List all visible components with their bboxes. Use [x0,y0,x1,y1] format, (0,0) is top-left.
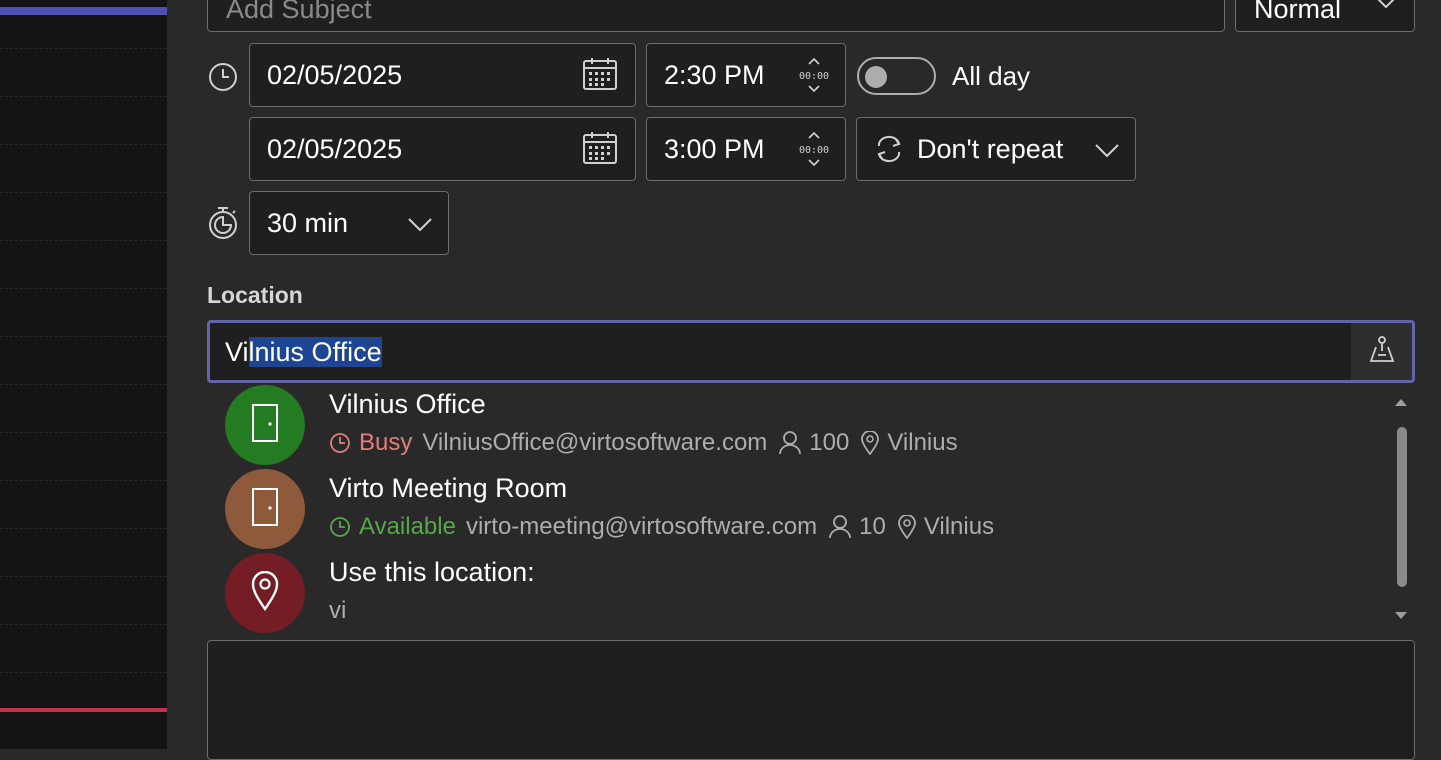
calendar-gridline [0,240,167,241]
clock-icon [330,433,350,453]
time-spinner-icon[interactable]: 00:00 [797,58,831,92]
subject-input[interactable]: Add Subject [207,0,1225,32]
location-suggestion-virto-meeting-room[interactable]: Virto Meeting Room Available virto-meeti… [207,467,1397,551]
repeat-value: Don't repeat [917,133,1064,164]
current-time-indicator [0,708,167,712]
door-icon [252,487,278,531]
all-day-toggle[interactable] [857,57,936,95]
subject-placeholder: Add Subject [226,0,372,24]
start-date-input[interactable]: 02/05/2025 [249,43,636,107]
scroll-down-arrow[interactable] [1395,612,1407,619]
reminder-value: 30 min [267,207,349,238]
suggestion-email: virto-meeting@virtosoftware.com [465,513,818,540]
suggestion-capacity: 10 [829,513,886,541]
toggle-knob [865,66,887,88]
calendar-gridline [0,576,167,577]
suggestion-title: Vilnius Office [329,389,486,419]
start-date-value: 02/05/2025 [267,59,403,90]
chevron-down-icon [1095,144,1119,158]
suggestion-meta: Available virto-meeting@virtosoftware.co… [329,513,994,541]
person-icon [829,515,852,539]
calendar-gridline [0,528,167,529]
location-suggestion-vilnius-office[interactable]: Vilnius Office Busy VilniusOffice@virtos… [207,383,1397,467]
end-time-value: 3:00 PM [664,133,765,164]
room-finder-icon [1369,335,1395,368]
stopwatch-icon [206,206,240,240]
end-time-input[interactable]: 3:00 PM 00:00 [646,117,846,181]
start-time-value: 2:30 PM [664,59,765,90]
location-suggestions-list: Vilnius Office Busy VilniusOffice@virtos… [207,383,1415,635]
chevron-down-icon [408,218,432,232]
all-day-label: All day [952,61,1031,91]
suggestion-city: Vilnius [861,429,958,457]
end-date-value: 02/05/2025 [267,133,403,164]
map-pin-icon [251,570,279,616]
calendar-gridline [0,192,167,193]
location-value: Vilnius Office [225,337,382,368]
calendar-gridline [0,672,167,673]
importance-dropdown[interactable]: Normal [1235,0,1415,32]
status-busy: Busy [329,429,412,457]
status-available: Available [329,513,456,541]
calendar-gridline [0,144,167,145]
clock-icon [330,517,350,537]
person-icon [779,431,802,455]
calendar-gridline [0,288,167,289]
suggestion-capacity: 100 [779,429,849,457]
reminder-dropdown[interactable]: 30 min [249,191,449,255]
scroll-up-arrow[interactable] [1395,399,1407,406]
repeat-dropdown[interactable]: Don't repeat [856,117,1136,181]
location-typed-text: Vi [225,337,249,367]
scrollbar-thumb[interactable] [1397,427,1407,587]
location-autocomplete-selection: lnius Office [248,337,382,367]
calendar-gridline [0,48,167,49]
importance-value: Normal [1254,0,1342,24]
room-avatar [225,469,305,549]
room-finder-button[interactable] [1351,323,1412,380]
repeat-icon [873,134,905,164]
svg-text:00:00: 00:00 [799,71,829,82]
map-pin-icon [897,515,916,539]
suggestion-meta: Busy VilniusOffice@virtosoftware.com 100… [329,429,958,457]
calendar-gridline [0,432,167,433]
calendar-gridline [0,624,167,625]
map-pin-icon [861,431,880,455]
calendar-gridline [0,480,167,481]
clock-icon [207,61,239,93]
custom-location-label: Use this location: [329,557,535,587]
location-input[interactable]: Vilnius Office [207,320,1415,383]
start-time-input[interactable]: 2:30 PM 00:00 [646,43,846,107]
calendar-icon[interactable] [583,132,617,164]
calendar-gridline [0,96,167,97]
calendar-gridline [0,384,167,385]
calendar-gridline [0,336,167,337]
suggestion-email: VilniusOffice@virtosoftware.com [422,429,768,456]
room-avatar [225,385,305,465]
suggestion-city: Vilnius [897,513,994,541]
suggestion-title: Virto Meeting Room [329,473,568,503]
svg-text:00:00: 00:00 [799,145,829,156]
location-avatar [225,553,305,633]
end-date-input[interactable]: 02/05/2025 [249,117,636,181]
event-body-editor[interactable] [207,640,1415,760]
calendar-background-strip [0,0,167,749]
door-icon [252,403,278,447]
calendar-event-bar [0,7,167,15]
chevron-down-icon [1376,0,1396,9]
time-spinner-icon[interactable]: 00:00 [797,132,831,166]
calendar-icon[interactable] [583,58,617,90]
location-suggestion-custom[interactable]: Use this location: vi [207,551,1397,635]
location-label: Location [207,282,303,308]
custom-location-value: vi [329,597,347,624]
